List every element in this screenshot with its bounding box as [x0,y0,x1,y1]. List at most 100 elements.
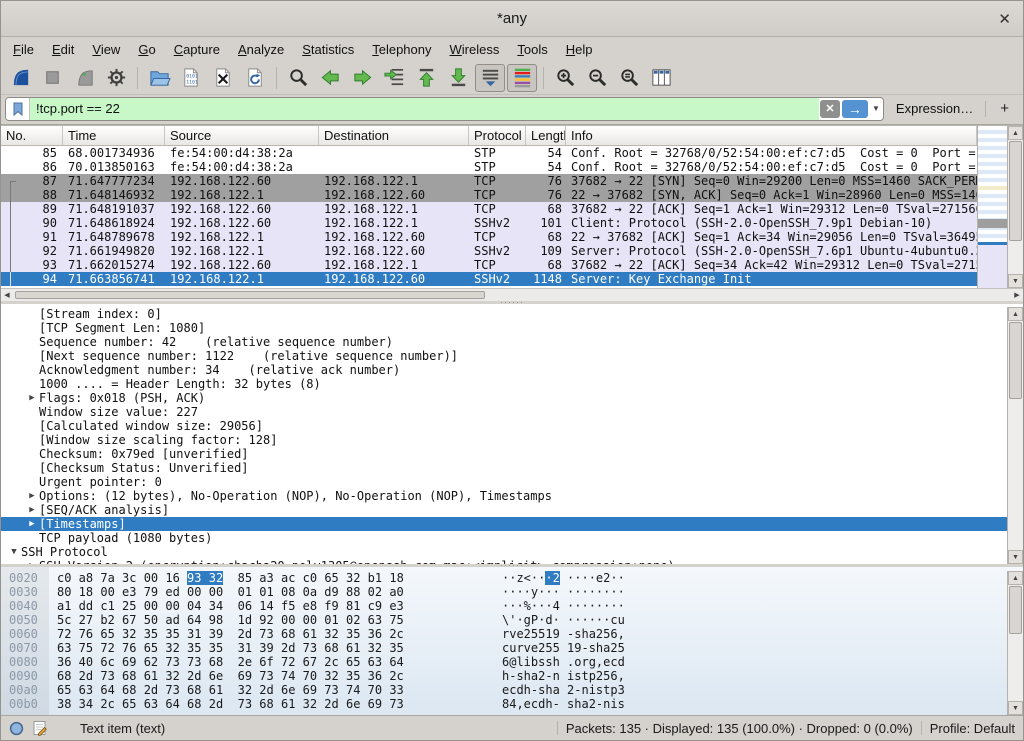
detail-line[interactable]: Urgent pointer: 0 [1,475,1007,489]
detail-line[interactable]: [Window size scaling factor: 128] [1,433,1007,447]
go-to-packet-icon[interactable] [379,64,409,92]
column-header-protocol[interactable]: Protocol [469,126,526,145]
scrollbar-thumb[interactable] [1009,586,1022,634]
menu-telephony[interactable]: Telephony [364,39,439,60]
menu-capture[interactable]: Capture [166,39,228,60]
hex-row[interactable]: 008036 40 6c 69 62 73 73 68 2e 6f 72 67 … [1,655,1007,669]
packet-row[interactable]: 9271.661949820192.168.122.1192.168.122.6… [1,244,977,258]
hex-ascii[interactable]: curve255 19-sha25 [502,641,625,655]
detail-line[interactable]: 1000 .... = Header Length: 32 bytes (8) [1,377,1007,391]
add-filter-button[interactable]: + [992,100,1017,117]
packet-row[interactable]: 8871.648146932192.168.122.1192.168.122.6… [1,188,977,202]
packet-row[interactable]: 9071.648618924192.168.122.60192.168.122.… [1,216,977,230]
expanded-arrow-icon[interactable]: ▼ [7,545,21,559]
zoom-original-icon[interactable] [614,64,644,92]
auto-scroll-icon[interactable] [475,64,505,92]
hex-row[interactable]: 0020c0 a8 7a 3c 00 16 93 32 85 a3 ac c0 … [1,571,1007,585]
menu-view[interactable]: View [84,39,128,60]
go-last-icon[interactable] [443,64,473,92]
column-header-destination[interactable]: Destination [319,126,469,145]
pane-splitter[interactable]: ······ [1,301,1023,304]
hex-row[interactable]: 00505c 27 b2 67 50 ad 64 98 1d 92 00 00 … [1,613,1007,627]
scroll-up-icon[interactable]: ▲ [1008,307,1023,321]
column-header-source[interactable]: Source [165,126,319,145]
scroll-up-icon[interactable]: ▲ [1008,571,1023,585]
hex-row[interactable]: 006072 76 65 32 35 35 31 39 2d 73 68 61 … [1,627,1007,641]
open-file-icon[interactable] [144,64,174,92]
detail-line[interactable]: [Checksum Status: Unverified] [1,461,1007,475]
hex-ascii[interactable]: ··z<···2 ····e2·· [502,571,625,585]
detail-line[interactable]: ▶[SEQ/ACK analysis] [1,503,1007,517]
scroll-down-icon[interactable]: ▼ [1008,274,1023,288]
filter-clear-icon[interactable]: ✕ [820,100,840,118]
resize-columns-icon[interactable] [646,64,676,92]
hex-ascii[interactable]: ecdh-sha 2-nistp3 [502,683,625,697]
menu-file[interactable]: File [5,39,42,60]
hex-ascii[interactable]: 84,ecdh- sha2-nis [502,697,625,711]
title-bar[interactable]: *any ✕ [1,1,1023,37]
filter-box[interactable]: ✕ → ▼ [5,97,884,121]
reload-file-icon[interactable] [240,64,270,92]
details-vscrollbar[interactable]: ▲ ▼ [1007,307,1023,564]
menu-go[interactable]: Go [130,39,163,60]
hex-ascii[interactable]: ···%···4 ········ [502,599,625,613]
packet-row[interactable]: 9371.662015274192.168.122.60192.168.122.… [1,258,977,272]
hex-bytes[interactable]: a1 dd c1 25 00 00 04 34 06 14 f5 e8 f9 8… [49,599,502,613]
menu-tools[interactable]: Tools [509,39,555,60]
scroll-down-icon[interactable]: ▼ [1008,701,1023,715]
scroll-down-icon[interactable]: ▼ [1008,550,1023,564]
packet-row[interactable]: 8670.013850163fe:54:00:d4:38:2aSTP54Conf… [1,160,977,174]
menu-edit[interactable]: Edit [44,39,82,60]
hex-row[interactable]: 00b038 34 2c 65 63 64 68 2d 73 68 61 32 … [1,697,1007,711]
profile-label[interactable]: Profile: Default [930,721,1015,736]
hex-ascii[interactable]: 6@libssh .org,ecd [502,655,625,669]
detail-line[interactable]: [Stream index: 0] [1,307,1007,321]
close-icon[interactable]: ✕ [998,10,1011,28]
capture-options-icon[interactable] [101,64,131,92]
zoom-out-icon[interactable] [582,64,612,92]
collapsed-arrow-icon[interactable]: ▶ [25,391,39,405]
packet-row[interactable]: 8971.648191037192.168.122.60192.168.122.… [1,202,977,216]
go-first-icon[interactable] [411,64,441,92]
detail-line[interactable]: ▶Options: (12 bytes), No-Operation (NOP)… [1,489,1007,503]
detail-line[interactable]: Checksum: 0x79ed [unverified] [1,447,1007,461]
hex-row[interactable]: 007063 75 72 76 65 32 35 35 31 39 2d 73 … [1,641,1007,655]
hex-ascii[interactable]: \'·gP·d· ······cu [502,613,625,627]
hex-row[interactable]: 009068 2d 73 68 61 32 2d 6e 69 73 74 70 … [1,669,1007,683]
collapsed-arrow-icon[interactable]: ▶ [25,489,39,503]
bytes-vscrollbar[interactable]: ▲ ▼ [1007,571,1023,715]
detail-line[interactable]: ▶Flags: 0x018 (PSH, ACK) [1,391,1007,405]
hex-bytes[interactable]: 68 2d 73 68 61 32 2d 6e 69 73 74 70 32 3… [49,669,502,683]
save-file-icon[interactable]: 01011101 [176,64,206,92]
hex-bytes[interactable]: 5c 27 b2 67 50 ad 64 98 1d 92 00 00 01 0… [49,613,502,627]
scroll-left-icon[interactable]: ◀ [1,291,13,299]
hex-ascii[interactable]: ····y··· ········ [502,585,625,599]
filter-bookmark-icon[interactable] [6,98,30,120]
hex-bytes[interactable]: 65 63 64 68 2d 73 68 61 32 2d 6e 69 73 7… [49,683,502,697]
hex-bytes[interactable]: 80 18 00 e3 79 ed 00 00 01 01 08 0a d9 8… [49,585,502,599]
detail-line[interactable]: [Next sequence number: 1122 (relative se… [1,349,1007,363]
hex-bytes[interactable]: c0 a8 7a 3c 00 16 93 32 85 a3 ac c0 65 3… [49,571,502,585]
detail-line[interactable]: TCP payload (1080 bytes) [1,531,1007,545]
scrollbar-thumb[interactable] [1009,141,1022,241]
go-back-icon[interactable] [315,64,345,92]
collapsed-arrow-icon[interactable]: ▶ [25,517,39,531]
column-header-info[interactable]: Info [566,126,977,145]
scrollbar-thumb[interactable] [1009,322,1022,399]
menu-wireless[interactable]: Wireless [442,39,508,60]
menu-help[interactable]: Help [558,39,601,60]
filter-dropdown-icon[interactable]: ▼ [869,98,883,120]
detail-line[interactable]: [Calculated window size: 29056] [1,419,1007,433]
scroll-up-icon[interactable]: ▲ [1008,126,1023,140]
packet-minimap[interactable] [977,126,1007,288]
hex-bytes[interactable]: 38 34 2c 65 63 64 68 2d 73 68 61 32 2d 6… [49,697,502,711]
column-header-time[interactable]: Time [63,126,165,145]
start-capture-icon[interactable] [5,64,35,92]
expert-info-icon[interactable] [9,721,24,736]
colorize-icon[interactable] [507,64,537,92]
column-header-length[interactable]: Length [526,126,566,145]
close-file-icon[interactable] [208,64,238,92]
filter-input[interactable] [30,98,819,120]
packet-row[interactable]: 8771.647777234192.168.122.60192.168.122.… [1,174,977,188]
column-header-no[interactable]: No. [1,126,63,145]
